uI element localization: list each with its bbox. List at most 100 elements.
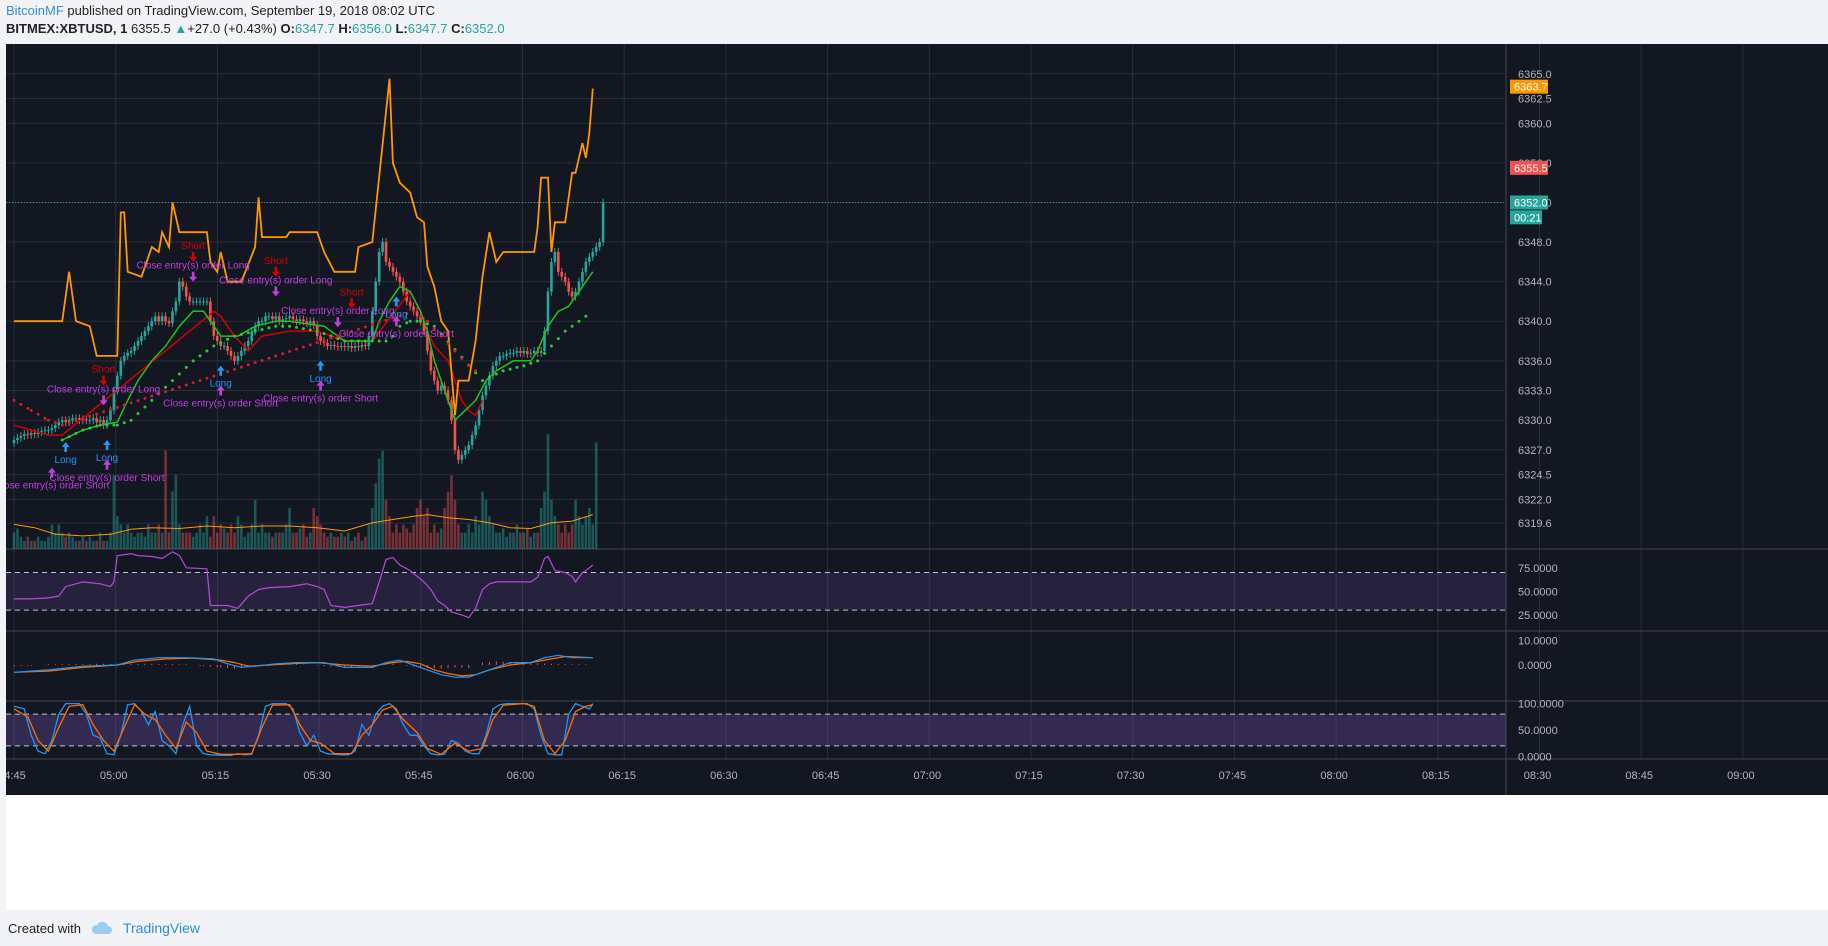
candle-body <box>295 319 298 322</box>
chart-area[interactable]: 04:45 05:00 05:15 05:30 05:45 06:00 06:15 06:30… <box>0 44 1828 910</box>
candle-body <box>388 261 391 267</box>
red-dot <box>467 364 471 368</box>
volume-bar <box>160 532 164 549</box>
trading-chart[interactable]: 04:45 05:00 05:15 05:30 05:45 06:00 06:15 06:30… <box>0 44 1828 910</box>
green-dot <box>150 398 154 402</box>
volume-bar <box>215 532 219 549</box>
volume-bar <box>74 540 78 549</box>
candle-body <box>484 385 488 396</box>
volume-bar <box>529 536 533 549</box>
volume-bar <box>164 450 167 549</box>
footer: Created with TradingView <box>8 920 200 936</box>
candle-body <box>98 420 102 423</box>
volume-bar <box>553 516 557 549</box>
green-dot <box>81 428 85 432</box>
volume-bar <box>153 532 157 549</box>
signal-label: Short <box>340 287 364 298</box>
volume-bar <box>191 536 195 549</box>
candle-body <box>23 434 26 437</box>
volume-bar <box>446 491 450 549</box>
green-dot <box>515 365 519 369</box>
volume-bar <box>57 524 61 549</box>
volume-bar <box>557 524 560 549</box>
red-dot <box>67 421 71 425</box>
volume-bar <box>322 532 326 549</box>
green-dot <box>315 329 319 333</box>
volume-bar <box>264 532 267 549</box>
volume-bar <box>439 528 443 549</box>
volume-bar <box>109 532 112 549</box>
candle-body <box>532 350 536 353</box>
volume-bar <box>126 524 129 549</box>
candle-body <box>326 343 329 346</box>
candle-body <box>495 360 498 366</box>
green-dot <box>549 344 553 348</box>
candle-body <box>501 355 505 357</box>
red-dot <box>301 345 305 349</box>
candle-body <box>133 345 136 351</box>
volume-bar <box>71 536 74 549</box>
volume-bar <box>346 532 350 549</box>
volume-bar <box>188 532 191 549</box>
volume-bar <box>415 508 419 549</box>
candle-body <box>109 410 112 421</box>
red-dot <box>294 347 298 351</box>
created-with-label: Created with <box>8 920 81 936</box>
red-dot <box>453 349 457 353</box>
candle-body <box>588 256 591 262</box>
candle-body <box>594 247 598 252</box>
volume-bar <box>339 532 343 549</box>
price-badge-label: 00:21 <box>1514 212 1542 224</box>
author-link[interactable]: BitcoinMF <box>6 3 64 18</box>
signal-label: Close entry(s) order Long <box>219 276 332 287</box>
candle-body <box>401 281 405 292</box>
volume-bar <box>581 524 584 549</box>
tradingview-link[interactable]: TradingView <box>123 920 200 936</box>
candle-body <box>584 261 588 272</box>
candle-body <box>391 266 395 272</box>
volume-bar <box>19 536 23 549</box>
green-dot <box>164 385 168 389</box>
candle-body <box>122 355 126 361</box>
red-dot <box>232 367 236 371</box>
red-dot <box>274 354 278 358</box>
red-dot <box>474 369 478 373</box>
red-dot <box>43 416 47 420</box>
volume-bar <box>47 536 50 549</box>
volume-bar <box>401 524 405 549</box>
candle-body <box>222 345 226 347</box>
candle-body <box>274 316 278 320</box>
candle-body <box>160 316 164 322</box>
green-dot <box>198 354 202 358</box>
candle-body <box>581 271 584 282</box>
candle-body <box>474 425 477 436</box>
volume-bar <box>388 516 391 549</box>
candle-body <box>236 355 240 361</box>
volume-bar <box>233 532 236 549</box>
volume-bar <box>333 536 336 549</box>
candle-body <box>563 276 567 282</box>
red-dot <box>81 416 85 420</box>
candle-body <box>188 296 191 302</box>
candle-body <box>64 420 67 423</box>
candle-body <box>153 316 157 322</box>
volume-bar <box>119 524 123 549</box>
price-scale-background <box>1506 44 1828 759</box>
red-dot <box>198 379 202 383</box>
x-tick-label: 08:30 <box>1524 770 1552 782</box>
volume-bar <box>43 540 47 549</box>
x-tick-label: 09:00 <box>1727 770 1755 782</box>
green-dot <box>74 431 78 435</box>
candle-body <box>136 341 140 346</box>
candle-body <box>43 430 47 432</box>
candle-body <box>174 301 178 312</box>
volume-bar <box>560 532 564 549</box>
x-tick-label: 05:00 <box>100 770 128 782</box>
candle-body <box>429 350 433 371</box>
volume-bar <box>460 532 464 549</box>
volume-bar <box>236 516 240 549</box>
signal-label: Close entry(s) order Short <box>49 473 164 484</box>
candle-body <box>467 444 471 450</box>
volume-bar <box>463 532 467 549</box>
red-dot <box>253 361 257 365</box>
